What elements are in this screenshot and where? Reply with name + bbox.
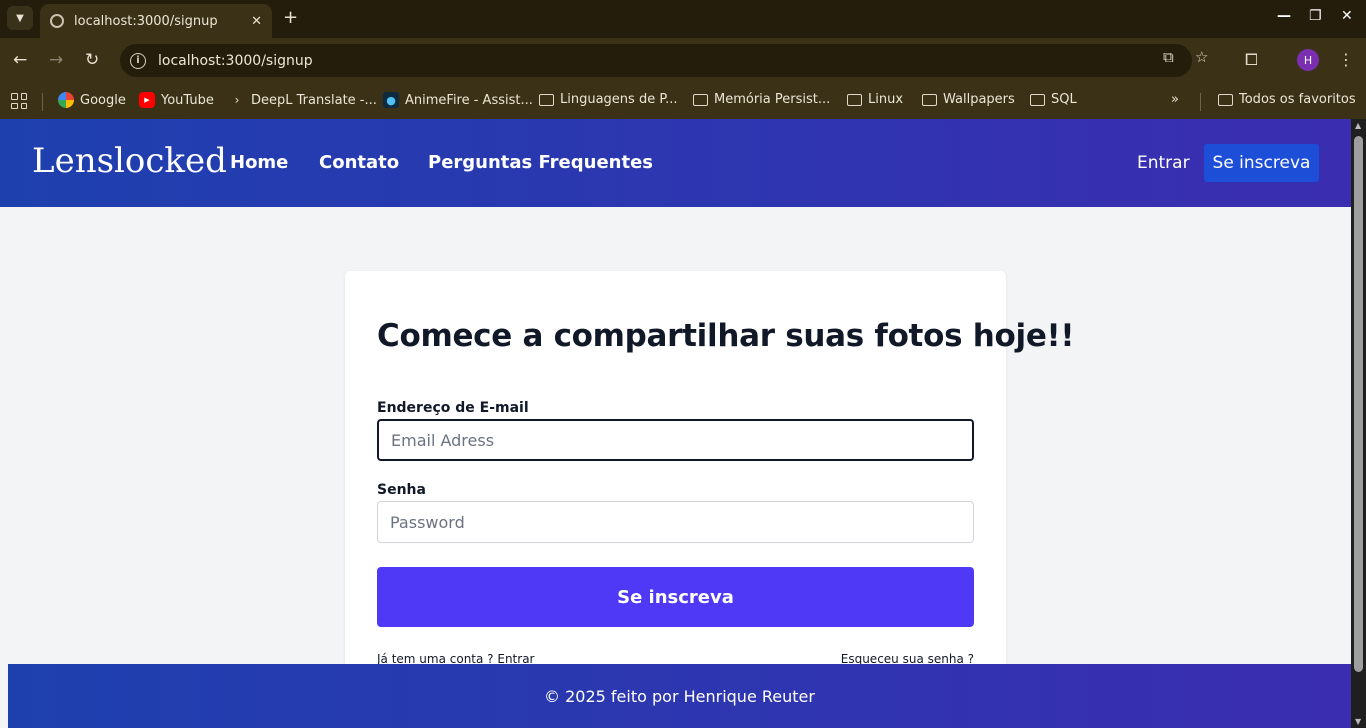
signup-title: Comece a compartilhar suas fotos hoje!! bbox=[377, 318, 1075, 354]
browser-tab[interactable]: localhost:3000/signup ✕ bbox=[40, 4, 272, 38]
bookmark-animefire[interactable]: ● AnimeFire - Assist... bbox=[383, 92, 533, 108]
reload-icon[interactable]: ↻ bbox=[85, 50, 99, 70]
bookmark-label: Wallpapers bbox=[943, 92, 1015, 107]
folder-icon bbox=[922, 93, 937, 106]
bookmark-label: Memória Persist... bbox=[714, 92, 831, 107]
folder-icon bbox=[1218, 93, 1233, 106]
bookmark-deepl[interactable]: › DeepL Translate -... bbox=[229, 92, 377, 108]
site-header: Lenslocked Home Contato Perguntas Freque… bbox=[0, 119, 1351, 207]
page-scrollbar[interactable]: ▲ ▼ bbox=[1351, 119, 1366, 728]
tab-title: localhost:3000/signup bbox=[74, 13, 218, 29]
all-bookmarks-folder[interactable]: Todos os favoritos bbox=[1218, 92, 1356, 107]
signup-submit-button[interactable]: Se inscreva bbox=[377, 567, 974, 627]
login-link[interactable]: Entrar bbox=[1137, 153, 1190, 173]
new-tab-icon[interactable]: + bbox=[283, 7, 298, 28]
animefire-icon: ● bbox=[383, 92, 399, 108]
nav-home[interactable]: Home bbox=[230, 152, 288, 173]
folder-icon bbox=[847, 93, 862, 106]
globe-icon bbox=[50, 14, 64, 28]
password-field[interactable]: Password bbox=[377, 501, 974, 543]
maximize-icon[interactable]: ❐ bbox=[1309, 8, 1322, 24]
extensions-icon[interactable]: ⧠ bbox=[1245, 50, 1258, 70]
minimize-icon[interactable]: — bbox=[1277, 8, 1291, 24]
folder-icon bbox=[539, 93, 554, 106]
bookmark-folder-linux[interactable]: Linux bbox=[847, 92, 903, 107]
site-info-icon[interactable]: i bbox=[130, 52, 146, 69]
nav-perguntas-frequentes[interactable]: Perguntas Frequentes bbox=[428, 152, 653, 173]
scroll-up-icon[interactable]: ▲ bbox=[1355, 121, 1361, 130]
back-icon[interactable]: ← bbox=[13, 50, 27, 70]
bookmark-label: DeepL Translate -... bbox=[251, 92, 377, 108]
folder-icon bbox=[693, 93, 708, 106]
bookmark-label: SQL bbox=[1051, 92, 1077, 107]
bookmark-youtube[interactable]: ▶ YouTube bbox=[139, 92, 214, 108]
bookmark-google[interactable]: Google bbox=[58, 92, 126, 108]
browser-menu-icon[interactable]: ⋮ bbox=[1338, 50, 1354, 69]
bookmark-label: Linguagens de P... bbox=[560, 92, 678, 107]
bookmark-star-icon[interactable]: ☆ bbox=[1195, 48, 1208, 66]
page-viewport: Lenslocked Home Contato Perguntas Freque… bbox=[0, 119, 1351, 728]
forward-icon[interactable]: → bbox=[49, 50, 63, 70]
bookmark-folder-memoria[interactable]: Memória Persist... bbox=[693, 92, 830, 107]
translate-icon[interactable]: ⧉ bbox=[1163, 48, 1174, 66]
site-logo[interactable]: Lenslocked bbox=[32, 141, 227, 181]
close-window-icon[interactable]: ✕ bbox=[1341, 8, 1353, 24]
nav-contato[interactable]: Contato bbox=[319, 152, 399, 173]
site-footer: © 2025 feito por Henrique Reuter bbox=[8, 664, 1351, 728]
bookmarks-divider bbox=[42, 93, 43, 111]
close-tab-icon[interactable]: ✕ bbox=[251, 14, 262, 29]
email-field[interactable]: Email Adress bbox=[377, 419, 974, 461]
signup-card: Comece a compartilhar suas fotos hoje!! … bbox=[345, 271, 1075, 681]
google-icon bbox=[58, 92, 74, 108]
email-label: Endereço de E-mail bbox=[377, 400, 529, 416]
scrollbar-thumb[interactable] bbox=[1354, 136, 1363, 672]
bookmark-label: Google bbox=[80, 92, 126, 108]
bookmark-folder-sql[interactable]: SQL bbox=[1030, 92, 1077, 107]
youtube-icon: ▶ bbox=[139, 92, 155, 108]
folder-icon bbox=[1030, 93, 1045, 106]
all-bookmarks-label: Todos os favoritos bbox=[1239, 92, 1356, 107]
bookmarks-bar: Google ▶ YouTube › DeepL Translate -... … bbox=[0, 84, 1366, 119]
header-signup-button[interactable]: Se inscreva bbox=[1204, 144, 1319, 182]
bookmark-label: Linux bbox=[868, 92, 904, 107]
browser-toolbar: ← → ↻ i localhost:3000/signup ⧉ ☆ ⧠ H ⋮ bbox=[0, 38, 1366, 84]
bookmark-folder-linguagens[interactable]: Linguagens de P... bbox=[539, 92, 678, 107]
more-bookmarks-icon[interactable]: » bbox=[1171, 92, 1179, 107]
footer-text: © 2025 feito por Henrique Reuter bbox=[544, 686, 815, 706]
bookmark-label: YouTube bbox=[161, 92, 214, 108]
apps-grid-icon[interactable] bbox=[11, 93, 27, 109]
deepl-icon: › bbox=[234, 93, 240, 107]
bookmark-folder-wallpapers[interactable]: Wallpapers bbox=[922, 92, 1015, 107]
address-bar[interactable]: i localhost:3000/signup bbox=[120, 44, 1192, 77]
profile-avatar[interactable]: H bbox=[1297, 49, 1319, 71]
bookmarks-divider bbox=[1200, 93, 1201, 111]
password-label: Senha bbox=[377, 482, 426, 498]
address-url[interactable]: localhost:3000/signup bbox=[158, 53, 313, 69]
tab-search-chevron-icon[interactable]: ▼ bbox=[7, 6, 33, 30]
browser-tab-bar: ▼ localhost:3000/signup ✕ + — ❐ ✕ bbox=[0, 0, 1366, 38]
scroll-down-icon[interactable]: ▼ bbox=[1355, 717, 1361, 726]
bookmark-label: AnimeFire - Assist... bbox=[405, 92, 533, 108]
